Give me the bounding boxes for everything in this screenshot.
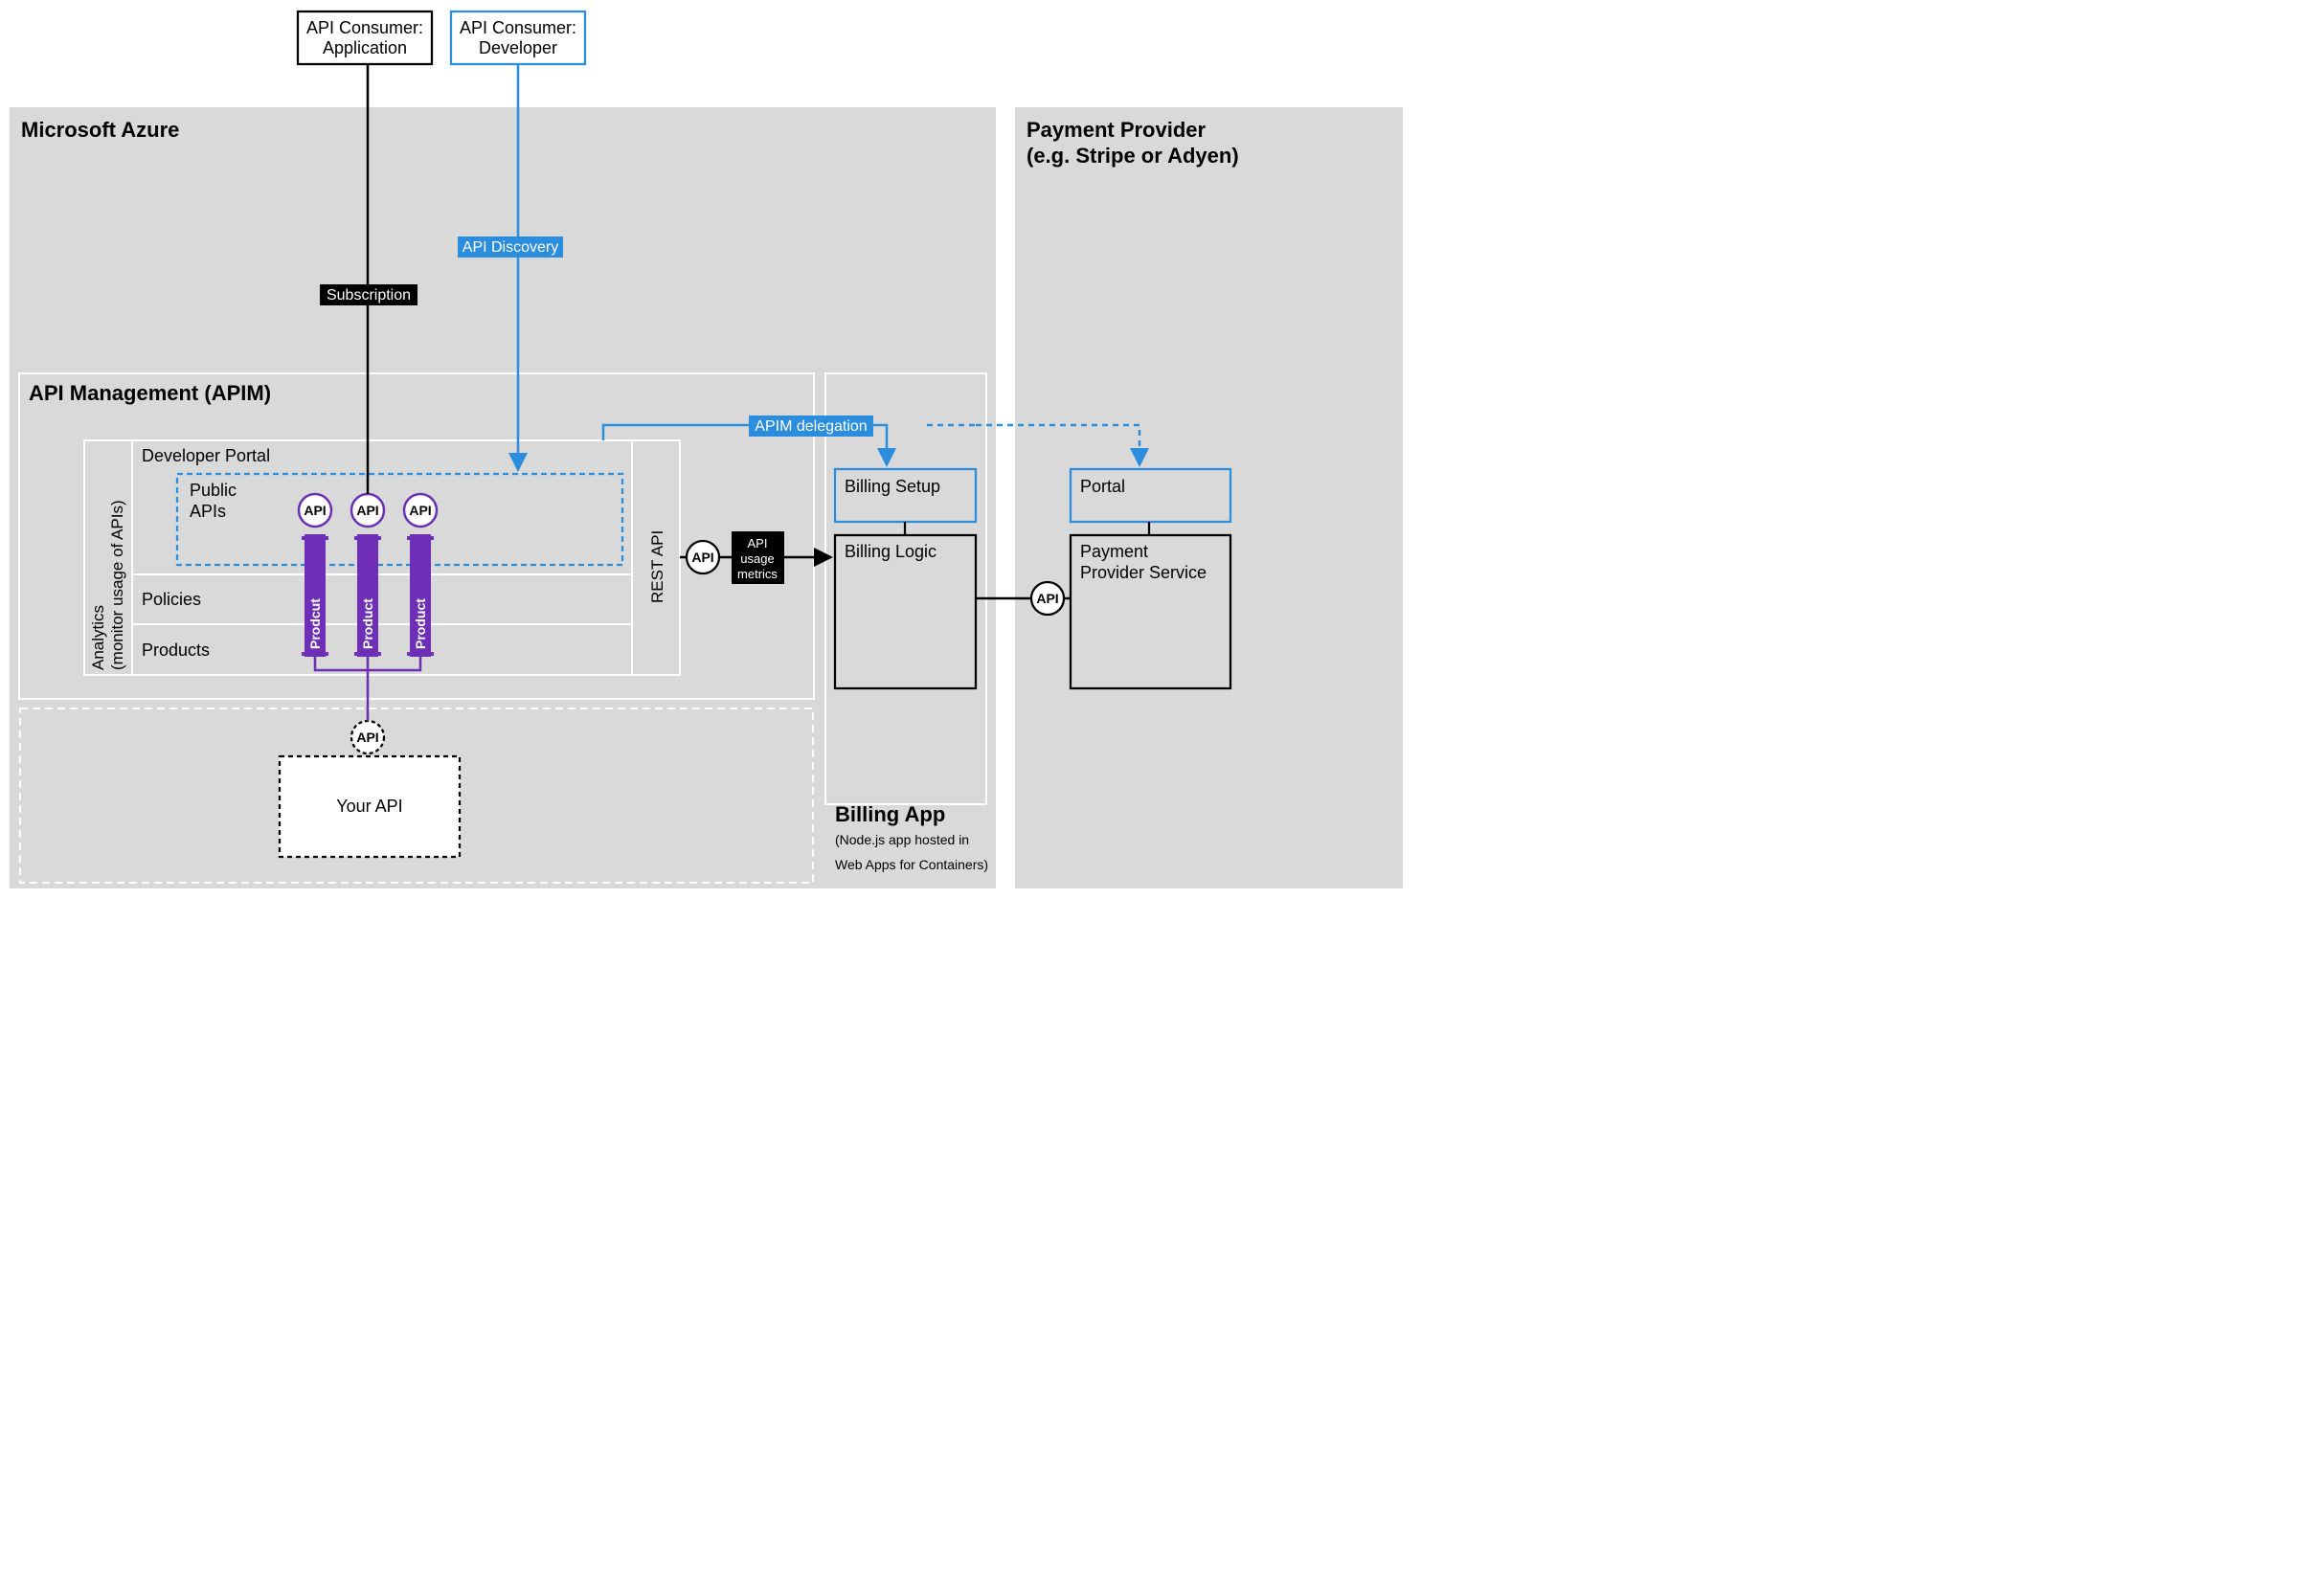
api-node-your-api: API — [351, 721, 384, 753]
products-label: Products — [142, 640, 210, 660]
svg-text:Public: Public — [190, 481, 237, 500]
api-consumer-application: API Consumer: Application — [298, 11, 432, 64]
svg-text:API: API — [748, 536, 768, 551]
svg-text:usage: usage — [740, 551, 774, 566]
svg-text:API Discovery: API Discovery — [463, 239, 558, 256]
svg-text:metrics: metrics — [737, 567, 778, 581]
svg-text:API: API — [356, 730, 378, 745]
api-node-rest: API — [687, 541, 719, 573]
svg-text:Billing App: Billing App — [835, 802, 945, 826]
svg-text:API Consumer:: API Consumer: — [460, 18, 576, 37]
svg-text:Payment: Payment — [1080, 542, 1148, 561]
svg-text:Product: Product — [413, 598, 428, 649]
api-node-1: API — [299, 494, 331, 527]
product-pill-3: Product — [407, 534, 434, 657]
api-node-billing-to-payment: API — [1031, 582, 1064, 615]
svg-text:Provider Service: Provider Service — [1080, 563, 1207, 582]
svg-text:API: API — [356, 503, 378, 518]
svg-text:Product: Product — [360, 598, 375, 649]
svg-text:Prodcut: Prodcut — [307, 598, 323, 649]
api-discovery-badge: API Discovery — [458, 236, 563, 258]
svg-text:APIM delegation: APIM delegation — [755, 418, 867, 435]
api-usage-metrics-badge: API usage metrics — [732, 531, 784, 584]
policies-label: Policies — [142, 590, 201, 609]
svg-text:API: API — [691, 550, 713, 565]
svg-text:(Node.js app hosted in: (Node.js app hosted in — [835, 832, 969, 847]
svg-text:Developer: Developer — [479, 38, 557, 57]
rest-api-label: REST API — [648, 530, 666, 603]
api-node-3: API — [404, 494, 437, 527]
svg-text:Microsoft Azure: Microsoft Azure — [21, 118, 179, 142]
svg-text:Billing Setup: Billing Setup — [845, 477, 940, 496]
svg-text:(e.g. Stripe or Adyen): (e.g. Stripe or Adyen) — [1027, 144, 1239, 168]
microsoft-azure-region: Microsoft Azure — [10, 107, 996, 888]
svg-text:Payment Provider: Payment Provider — [1027, 118, 1207, 142]
svg-text:Portal: Portal — [1080, 477, 1125, 496]
api-node-2: API — [351, 494, 384, 527]
svg-text:API: API — [304, 503, 326, 518]
developer-portal-label: Developer Portal — [142, 446, 270, 465]
svg-text:APIs: APIs — [190, 502, 226, 521]
svg-text:API Consumer:: API Consumer: — [306, 18, 423, 37]
svg-text:API: API — [1036, 591, 1058, 606]
svg-text:API: API — [409, 503, 431, 518]
svg-text:Subscription: Subscription — [327, 287, 411, 303]
product-pill-1: Prodcut — [302, 534, 328, 657]
apim-delegation-badge: APIM delegation — [749, 416, 873, 437]
analytics-label-1: Analytics — [89, 605, 107, 670]
product-pill-2: Product — [354, 534, 381, 657]
svg-text:Billing Logic: Billing Logic — [845, 542, 936, 561]
api-consumer-developer: API Consumer: Developer — [451, 11, 585, 64]
svg-text:Web Apps for Containers): Web Apps for Containers) — [835, 857, 988, 872]
svg-text:Application: Application — [323, 38, 407, 57]
analytics-label-2: (monitor usage of APIs) — [108, 500, 126, 670]
payment-provider-region: Payment Provider (e.g. Stripe or Adyen) — [1015, 107, 1403, 888]
subscription-badge: Subscription — [320, 284, 417, 305]
svg-text:Your API: Your API — [336, 797, 402, 816]
svg-text:API Management (APIM): API Management (APIM) — [29, 381, 271, 405]
